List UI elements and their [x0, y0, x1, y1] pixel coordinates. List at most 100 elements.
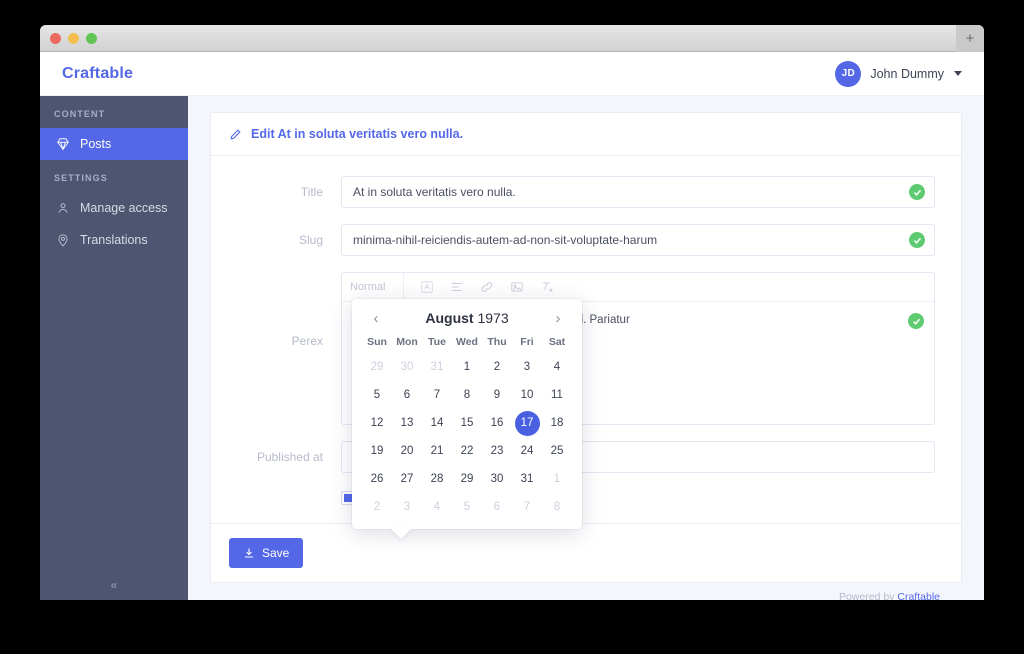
datepicker-day[interactable]: 30 — [482, 465, 512, 493]
datepicker-day[interactable]: 21 — [422, 437, 452, 465]
link-icon[interactable] — [480, 280, 494, 294]
datepicker-day[interactable]: 6 — [482, 493, 512, 521]
datepicker-day-label: 19 — [370, 445, 384, 457]
close-window-button[interactable] — [50, 33, 61, 44]
datepicker-day[interactable]: 3 — [392, 493, 422, 521]
datepicker-day-label: 6 — [493, 501, 501, 513]
datepicker-day[interactable]: 26 — [362, 465, 392, 493]
datepicker-day[interactable]: 4 — [542, 353, 572, 381]
window-controls[interactable] — [50, 33, 97, 44]
datepicker-day[interactable]: 2 — [362, 493, 392, 521]
datepicker-day[interactable]: 14 — [422, 409, 452, 437]
datepicker-day-label: 30 — [490, 473, 504, 485]
app-topbar: Craftable JD John Dummy — [40, 52, 984, 96]
valid-check-icon — [908, 313, 924, 329]
sidebar-heading-content: CONTENT — [54, 109, 106, 119]
new-tab-button[interactable]: + — [956, 25, 984, 52]
datepicker-day-label: 8 — [553, 501, 561, 513]
datepicker-day-label: 8 — [463, 389, 471, 401]
save-button[interactable]: Save — [229, 538, 304, 568]
datepicker-day-label: 28 — [430, 473, 444, 485]
footer-link[interactable]: Craftable — [897, 591, 940, 600]
datepicker-day-label: 29 — [370, 361, 384, 373]
datepicker-day-label: 5 — [373, 389, 381, 401]
brand-logo[interactable]: Craftable — [62, 65, 133, 83]
datepicker-day[interactable]: 23 — [482, 437, 512, 465]
datepicker-day[interactable]: 31 — [512, 465, 542, 493]
datepicker-day[interactable]: 27 — [392, 465, 422, 493]
slug-input[interactable]: minima-nihil-reiciendis-autem-ad-non-sit… — [341, 224, 935, 256]
datepicker-day[interactable]: 10 — [512, 381, 542, 409]
datepicker-day[interactable]: 29 — [452, 465, 482, 493]
datepicker-day[interactable]: 7 — [512, 493, 542, 521]
datepicker-title: August 1973 — [425, 310, 508, 326]
enabled-spacer — [211, 489, 341, 498]
datepicker-day-label: 15 — [460, 417, 474, 429]
user-name: John Dummy — [870, 66, 944, 81]
font-color-icon[interactable] — [420, 280, 434, 294]
datepicker-day[interactable]: 18 — [542, 409, 572, 437]
datepicker-day[interactable]: 7 — [422, 381, 452, 409]
sidebar-collapse-button[interactable]: « — [40, 570, 188, 600]
datepicker-day[interactable]: 16 — [482, 409, 512, 437]
datepicker-day[interactable]: 11 — [542, 381, 572, 409]
align-icon[interactable] — [450, 280, 464, 294]
datepicker-day[interactable]: 13 — [392, 409, 422, 437]
datepicker-day[interactable]: 4 — [422, 493, 452, 521]
user-menu[interactable]: JD John Dummy — [835, 60, 962, 87]
sidebar-item-label: Manage access — [80, 201, 168, 215]
map-pin-icon — [56, 233, 70, 247]
maximize-window-button[interactable] — [86, 33, 97, 44]
edit-post-card: Edit At in soluta veritatis vero nulla. … — [210, 112, 962, 583]
title-input[interactable]: At in soluta veritatis vero nulla. — [341, 176, 935, 208]
next-month-button[interactable]: › — [549, 311, 567, 326]
datepicker-day[interactable]: 24 — [512, 437, 542, 465]
datepicker-day[interactable]: 25 — [542, 437, 572, 465]
datepicker-day-label: 20 — [400, 445, 414, 457]
datepicker-day[interactable]: 30 — [392, 353, 422, 381]
datepicker-day-label: 16 — [490, 417, 504, 429]
datepicker-day[interactable]: 9 — [482, 381, 512, 409]
datepicker-day[interactable]: 3 — [512, 353, 542, 381]
datepicker-day[interactable]: 28 — [422, 465, 452, 493]
datepicker-day[interactable]: 8 — [542, 493, 572, 521]
datepicker-weekday: Mon — [396, 336, 418, 348]
datepicker-day[interactable]: 19 — [362, 437, 392, 465]
datepicker-day[interactable]: 1 — [542, 465, 572, 493]
form-row-perex: Perex Normal Pariatur — [211, 272, 961, 425]
datepicker-day[interactable]: 8 — [452, 381, 482, 409]
app-body: CONTENT Posts SETTINGS Manage access Tra… — [40, 96, 984, 600]
image-icon[interactable] — [510, 280, 524, 294]
datepicker-day-label: 21 — [430, 445, 444, 457]
datepicker-day[interactable]: 15 — [452, 409, 482, 437]
datepicker-day[interactable]: 2 — [482, 353, 512, 381]
datepicker-day[interactable]: 6 — [392, 381, 422, 409]
datepicker-popup[interactable]: ‹ August 1973 › Sun Mon Tue Wed Thu Fri Sat 29 3… — [352, 299, 582, 529]
clear-format-icon[interactable] — [540, 280, 554, 294]
datepicker-month: August — [425, 310, 474, 326]
minimize-window-button[interactable] — [68, 33, 79, 44]
datepicker-day[interactable]: 22 — [452, 437, 482, 465]
datepicker-year: 1973 — [477, 310, 509, 326]
sidebar-item-posts[interactable]: Posts — [40, 128, 188, 160]
datepicker-day-label: 10 — [520, 389, 534, 401]
window-titlebar: + — [40, 25, 984, 52]
sidebar-item-manage-access[interactable]: Manage access — [40, 192, 188, 224]
text-style-dropdown[interactable]: Normal — [350, 272, 404, 302]
datepicker-day-label: 7 — [433, 389, 441, 401]
datepicker-day[interactable]: 5 — [362, 381, 392, 409]
datepicker-day-label: 2 — [493, 361, 501, 373]
sidebar-item-translations[interactable]: Translations — [40, 224, 188, 256]
datepicker-day[interactable]: 12 — [362, 409, 392, 437]
datepicker-day[interactable]: 5 — [452, 493, 482, 521]
datepicker-day[interactable]: 29 — [362, 353, 392, 381]
datepicker-day[interactable]: 31 — [422, 353, 452, 381]
valid-check-icon — [909, 184, 925, 200]
datepicker-day-selected[interactable]: 17 — [512, 409, 542, 437]
datepicker-day-label: 25 — [550, 445, 564, 457]
form-row-enabled: Enabled — [211, 489, 961, 505]
datepicker-day-label: 14 — [430, 417, 444, 429]
prev-month-button[interactable]: ‹ — [367, 311, 385, 326]
datepicker-day[interactable]: 1 — [452, 353, 482, 381]
datepicker-day[interactable]: 20 — [392, 437, 422, 465]
